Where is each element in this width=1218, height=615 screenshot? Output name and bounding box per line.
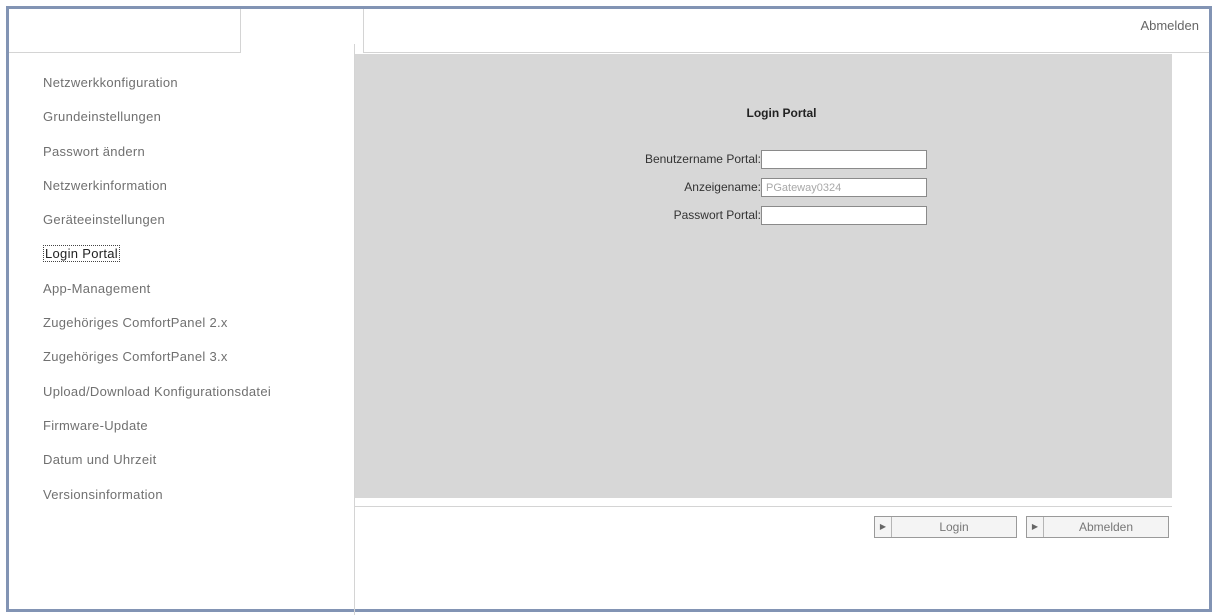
- sidebar-item-label: Netzwerkkonfiguration: [43, 75, 178, 90]
- sidebar-item-label: Login Portal: [43, 245, 120, 263]
- sidebar-item-label: Datum und Uhrzeit: [43, 452, 157, 468]
- sidebar-header: [9, 9, 241, 53]
- sidebar-item-label: Zugehöriges ComfortPanel 2.x: [43, 315, 228, 331]
- password-row: Passwort Portal:: [355, 206, 1172, 226]
- header-bar: Abmelden: [241, 9, 1209, 53]
- sidebar-item-netzwerkkonfiguration[interactable]: Netzwerkkonfiguration: [43, 66, 343, 100]
- sidebar-item-label: Zugehöriges ComfortPanel 3.x: [43, 349, 228, 365]
- sidebar-item-label: Netzwerkinformation: [43, 177, 168, 193]
- display-name-input[interactable]: [761, 178, 927, 197]
- sidebar-item-passwort-aendern[interactable]: Passwort ändern: [43, 135, 343, 169]
- username-input[interactable]: [761, 150, 927, 169]
- footer-divider: [355, 506, 1172, 507]
- sidebar-item-upload-download[interactable]: Upload/Download Konfigurationsdatei: [43, 375, 343, 409]
- panel-title: Login Portal: [746, 106, 817, 120]
- sidebar-item-netzwerkinformation[interactable]: Netzwerkinformation: [43, 169, 343, 203]
- play-arrow-icon: ▶: [875, 517, 892, 537]
- username-label: Benutzername Portal:: [644, 152, 761, 166]
- header-logout-link[interactable]: Abmelden: [1140, 18, 1199, 33]
- login-portal-panel: Login Portal Benutzername Portal: Anzeig…: [355, 54, 1172, 498]
- play-arrow-icon: ▶: [1027, 517, 1044, 537]
- sidebar-item-grundeinstellungen[interactable]: Grundeinstellungen: [43, 100, 343, 134]
- sidebar-item-app-management[interactable]: App-Management: [43, 272, 343, 306]
- sidebar-item-label: Firmware-Update: [43, 417, 148, 433]
- sidebar-item-comfortpanel-3x[interactable]: Zugehöriges ComfortPanel 3.x: [43, 340, 343, 374]
- sidebar-nav: Netzwerkkonfiguration Grundeinstellungen P…: [43, 66, 343, 512]
- display-name-row: Anzeigename:: [355, 178, 1172, 198]
- sidebar-item-label: Geräteeinstellungen: [43, 212, 166, 228]
- sidebar-item-label: Upload/Download Konfigurationsdatei: [43, 383, 272, 399]
- logout-button-label: Abmelden: [1078, 520, 1134, 534]
- sidebar-item-label: App-Management: [43, 280, 151, 296]
- login-button[interactable]: ▶ Login: [874, 516, 1017, 538]
- header-right-area: Abmelden: [363, 9, 1209, 53]
- sidebar-item-label: Grundeinstellungen: [43, 109, 162, 125]
- login-button-label: Login: [939, 520, 969, 534]
- display-name-label: Anzeigename:: [684, 180, 761, 194]
- sidebar-item-login-portal[interactable]: Login Portal: [43, 237, 343, 271]
- sidebar-item-versionsinformation[interactable]: Versionsinformation: [43, 478, 343, 512]
- password-label: Passwort Portal:: [673, 208, 761, 222]
- sidebar-item-geraeteeinstellungen[interactable]: Geräteeinstellungen: [43, 203, 343, 237]
- sidebar-item-datum-uhrzeit[interactable]: Datum und Uhrzeit: [43, 443, 343, 477]
- sidebar-item-label: Passwort ändern: [43, 143, 146, 159]
- sidebar-item-label: Versionsinformation: [43, 486, 163, 502]
- logout-button[interactable]: ▶ Abmelden: [1026, 516, 1169, 538]
- username-row: Benutzername Portal:: [355, 150, 1172, 170]
- sidebar-item-comfortpanel-2x[interactable]: Zugehöriges ComfortPanel 2.x: [43, 306, 343, 340]
- password-input[interactable]: [761, 206, 927, 225]
- sidebar-item-firmware-update[interactable]: Firmware-Update: [43, 409, 343, 443]
